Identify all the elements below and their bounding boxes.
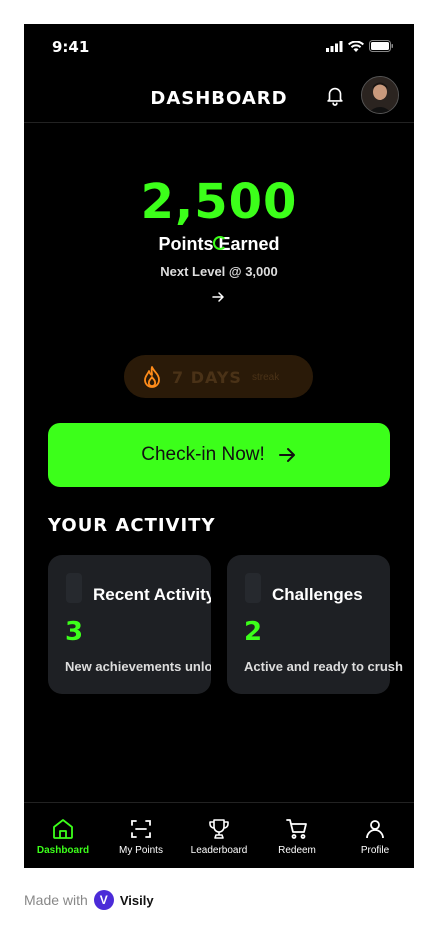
trophy-icon — [209, 819, 229, 839]
card-value: 3 — [65, 617, 84, 647]
nav-item-redeem[interactable]: Redeem — [258, 803, 336, 868]
bottom-navigation: Dashboard My Points Leaderboard Redeem P… — [24, 802, 414, 868]
nav-label: Dashboard — [36, 845, 90, 856]
nav-label: Leaderboard — [190, 845, 248, 856]
top-header: DASHBOARD — [24, 76, 414, 123]
nav-label: Redeem — [278, 845, 316, 856]
arrow-right-icon — [278, 448, 295, 462]
nav-item-dashboard[interactable]: Dashboard — [24, 803, 102, 868]
avatar-image — [362, 77, 398, 113]
user-icon — [366, 820, 384, 839]
card-icon — [66, 573, 82, 603]
card-description: Active and ready to crush — [244, 659, 403, 674]
streak-badge: 7 DAYS streak — [124, 355, 313, 398]
page-title: DASHBOARD — [150, 88, 288, 109]
arrow-right-icon[interactable] — [211, 290, 225, 304]
streak-days: 7 DAYS — [172, 368, 242, 387]
made-with-footer: Made with V Visily — [24, 890, 154, 910]
battery-icon — [369, 40, 393, 52]
points-value: 2,500 — [140, 174, 298, 230]
footer-text: Made with — [24, 892, 88, 908]
status-icons — [326, 40, 394, 52]
next-level-text: Next Level @ 3,000 — [160, 264, 278, 279]
card-icon — [245, 573, 261, 603]
status-time: 9:41 — [52, 38, 90, 56]
visily-logo-icon: V — [93, 890, 114, 910]
nav-label: My Points — [119, 845, 163, 856]
signal-icon — [326, 40, 343, 52]
app-screen: 9:41 DASHBOARD 2,500 Points Earned Next … — [24, 24, 414, 868]
nav-item-profile[interactable]: Profile — [336, 803, 414, 868]
card-description: New achievements unlocked — [65, 659, 211, 674]
flame-icon — [144, 366, 160, 388]
card-title: Recent Activity — [93, 585, 211, 604]
home-icon — [53, 819, 73, 839]
wifi-icon — [348, 40, 364, 52]
activity-section-title: YOUR ACTIVITY — [48, 515, 216, 536]
cart-icon — [286, 819, 307, 839]
footer-brand[interactable]: Visily — [120, 893, 154, 908]
bell-icon[interactable] — [324, 83, 346, 107]
loading-spinner-icon — [213, 236, 227, 250]
activity-card-challenges[interactable]: Challenges 2 Active and ready to crush — [227, 555, 403, 694]
card-title: Challenges — [272, 585, 363, 604]
nav-item-my-points[interactable]: My Points — [102, 803, 180, 868]
check-in-button[interactable]: Check-in Now! — [48, 423, 390, 487]
scan-icon — [131, 820, 151, 838]
nav-label: Profile — [360, 845, 390, 856]
nav-item-leaderboard[interactable]: Leaderboard — [180, 803, 258, 868]
streak-caption: streak — [252, 372, 280, 383]
card-value: 2 — [244, 617, 263, 647]
avatar[interactable] — [361, 76, 399, 114]
status-bar: 9:41 — [24, 24, 414, 68]
activity-card-recent[interactable]: Recent Activity 3 New achievements unloc… — [48, 555, 211, 694]
check-in-label: Check-in Now! — [141, 444, 265, 465]
